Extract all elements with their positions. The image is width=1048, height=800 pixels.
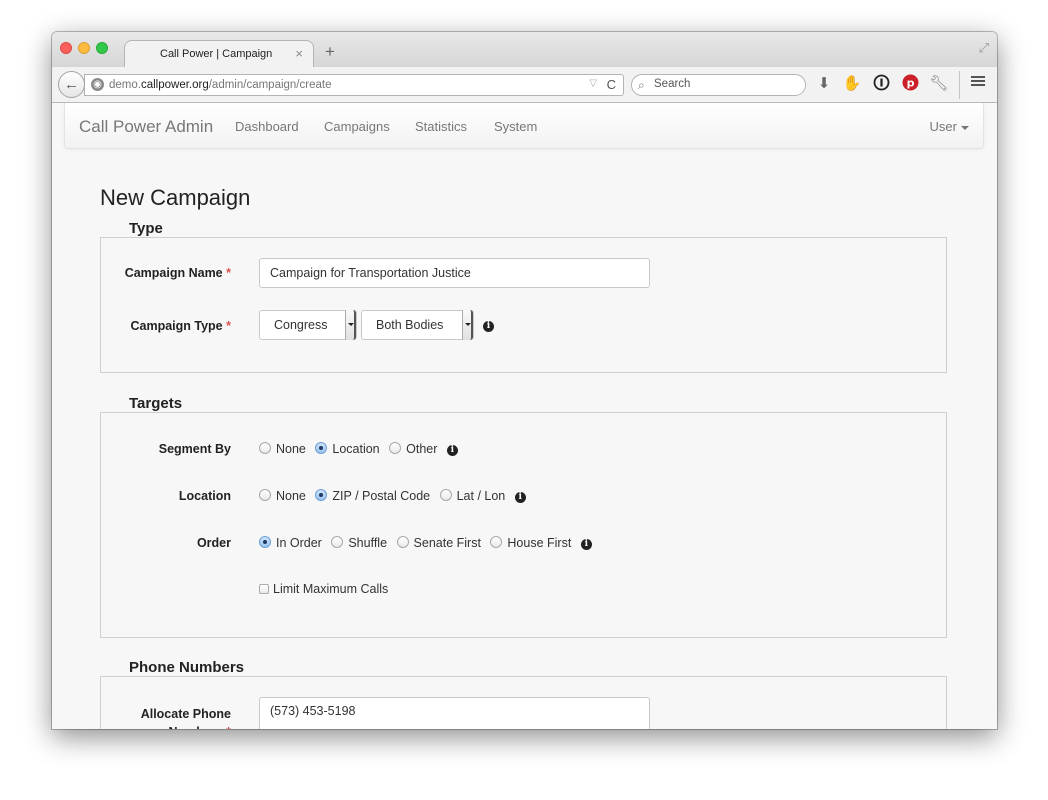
segment-by-radio-group: None Location Other i <box>259 441 458 457</box>
campaign-name-input[interactable] <box>259 258 650 288</box>
user-menu-label: User <box>929 119 957 134</box>
wrench-icon[interactable]: 🔧︎ <box>929 74 949 94</box>
url-dropdown-icon[interactable]: ▽ <box>589 78 597 89</box>
nav-system[interactable]: System <box>494 119 537 134</box>
segment-by-option-other[interactable]: Other <box>389 442 437 456</box>
brand-link[interactable]: Call Power Admin <box>79 117 213 137</box>
radio-button[interactable] <box>259 442 271 455</box>
radio-button-selected[interactable] <box>315 489 328 502</box>
location-label: Location <box>178 489 231 503</box>
page-title: New Campaign <box>100 185 251 210</box>
order-option-shuffle[interactable]: Shuffle <box>331 536 387 550</box>
back-arrow-icon: ← <box>64 76 79 93</box>
nav-dashboard[interactable]: Dashboard <box>235 119 299 134</box>
new-tab-button[interactable]: + <box>325 42 335 62</box>
targets-section: Targets Segment By None Location Other i… <box>100 395 947 638</box>
url-bar[interactable]: ◉ demo.callpower.org/admin/campaign/crea… <box>84 74 624 96</box>
phone-numbers-section: Phone Numbers Allocate Phone Numbers * <box>100 659 947 729</box>
close-window-button[interactable] <box>60 42 72 54</box>
app-navbar: Call Power Admin Dashboard Campaigns Sta… <box>64 103 984 149</box>
order-option-house-first[interactable]: House First <box>490 536 571 550</box>
campaign-type-value: Congress <box>274 318 328 332</box>
page-content: Call Power Admin Dashboard Campaigns Sta… <box>52 103 997 729</box>
location-info-icon[interactable]: i <box>514 492 526 503</box>
caret-down-icon <box>961 125 969 130</box>
limit-max-calls-row[interactable]: Limit Maximum Calls <box>259 582 388 598</box>
search-bar[interactable]: ⌕ <box>631 74 806 96</box>
minimize-window-button[interactable] <box>78 42 90 54</box>
back-button[interactable]: ← <box>58 71 85 98</box>
limit-max-calls-checkbox[interactable] <box>259 583 269 594</box>
password-manager-icon[interactable] <box>871 74 891 94</box>
reload-icon[interactable]: C <box>607 77 616 92</box>
download-icon[interactable]: ⬇ <box>814 74 834 94</box>
segment-by-label: Segment By <box>158 442 231 456</box>
targets-legend: Targets <box>117 395 195 412</box>
svg-text:p: p <box>906 77 914 90</box>
campaign-type-info-icon[interactable]: i <box>483 321 494 332</box>
radio-button-selected[interactable] <box>259 536 271 549</box>
tab-close-icon[interactable]: × <box>295 46 303 61</box>
radio-button[interactable] <box>389 442 402 455</box>
type-section: Type Campaign Name * Campaign Type * Con… <box>100 220 947 373</box>
radio-button-selected[interactable] <box>315 442 328 455</box>
segment-by-info-icon[interactable]: i <box>446 445 458 456</box>
order-label: Order <box>196 536 231 550</box>
radio-button[interactable] <box>331 536 344 549</box>
campaign-type-select[interactable]: Congress <box>259 310 357 340</box>
radio-button[interactable] <box>396 536 409 549</box>
extension-icon[interactable]: ✋ <box>842 74 862 94</box>
campaign-subtype-value: Both Bodies <box>376 318 444 332</box>
nav-statistics[interactable]: Statistics <box>415 119 467 134</box>
radio-button[interactable] <box>259 489 271 502</box>
menu-icon[interactable] <box>968 74 988 94</box>
order-radio-group: In Order Shuffle Senate First House Firs… <box>259 535 592 551</box>
location-option-zip[interactable]: ZIP / Postal Code <box>315 489 430 503</box>
campaign-subtype-select[interactable]: Both Bodies <box>361 310 474 340</box>
phone-numbers-legend: Phone Numbers <box>117 659 257 676</box>
radio-button[interactable] <box>439 489 452 502</box>
segment-by-option-none[interactable]: None <box>259 442 306 456</box>
location-option-none[interactable]: None <box>259 489 306 503</box>
tab-strip: Call Power | Campaign × + ⤢ <box>52 32 997 68</box>
tab-title: Call Power | Campaign <box>160 48 273 60</box>
location-option-latlon[interactable]: Lat / Lon <box>439 489 505 503</box>
order-option-senate-first[interactable]: Senate First <box>396 536 481 550</box>
browser-toolbar: ◉ demo.callpower.org/admin/campaign/crea… <box>52 67 997 103</box>
browser-tab[interactable]: Call Power | Campaign × <box>124 40 314 68</box>
campaign-type-label: Campaign Type * <box>130 319 231 333</box>
allocate-phone-numbers-input[interactable] <box>259 697 650 729</box>
search-input[interactable] <box>654 78 794 90</box>
zoom-window-button[interactable] <box>96 42 108 54</box>
order-option-in-order[interactable]: In Order <box>259 536 322 550</box>
allocate-phone-numbers-label: Allocate Phone Numbers * <box>140 707 231 729</box>
select-arrow-icon <box>345 310 356 340</box>
search-icon: ⌕ <box>638 78 645 92</box>
segment-by-option-location[interactable]: Location <box>315 442 380 456</box>
url-text[interactable]: demo.callpower.org/admin/campaign/create <box>109 79 331 91</box>
browser-window: Call Power | Campaign × + ⤢ ◉ demo.callp… <box>52 32 997 729</box>
fullscreen-icon[interactable]: ⤢ <box>979 40 989 56</box>
globe-icon: ◉ <box>91 78 104 91</box>
limit-max-calls-label: Limit Maximum Calls <box>273 582 389 596</box>
campaign-name-label: Campaign Name * <box>124 266 231 280</box>
type-legend: Type <box>117 220 175 237</box>
user-menu[interactable]: User <box>930 119 969 134</box>
select-arrow-icon <box>462 310 473 340</box>
order-info-icon[interactable]: i <box>580 539 592 550</box>
pinterest-icon[interactable]: p <box>900 74 920 94</box>
nav-campaigns[interactable]: Campaigns <box>324 119 390 134</box>
location-radio-group: None ZIP / Postal Code Lat / Lon i <box>259 488 526 504</box>
toolbar-separator <box>959 71 960 99</box>
radio-button[interactable] <box>490 536 503 549</box>
